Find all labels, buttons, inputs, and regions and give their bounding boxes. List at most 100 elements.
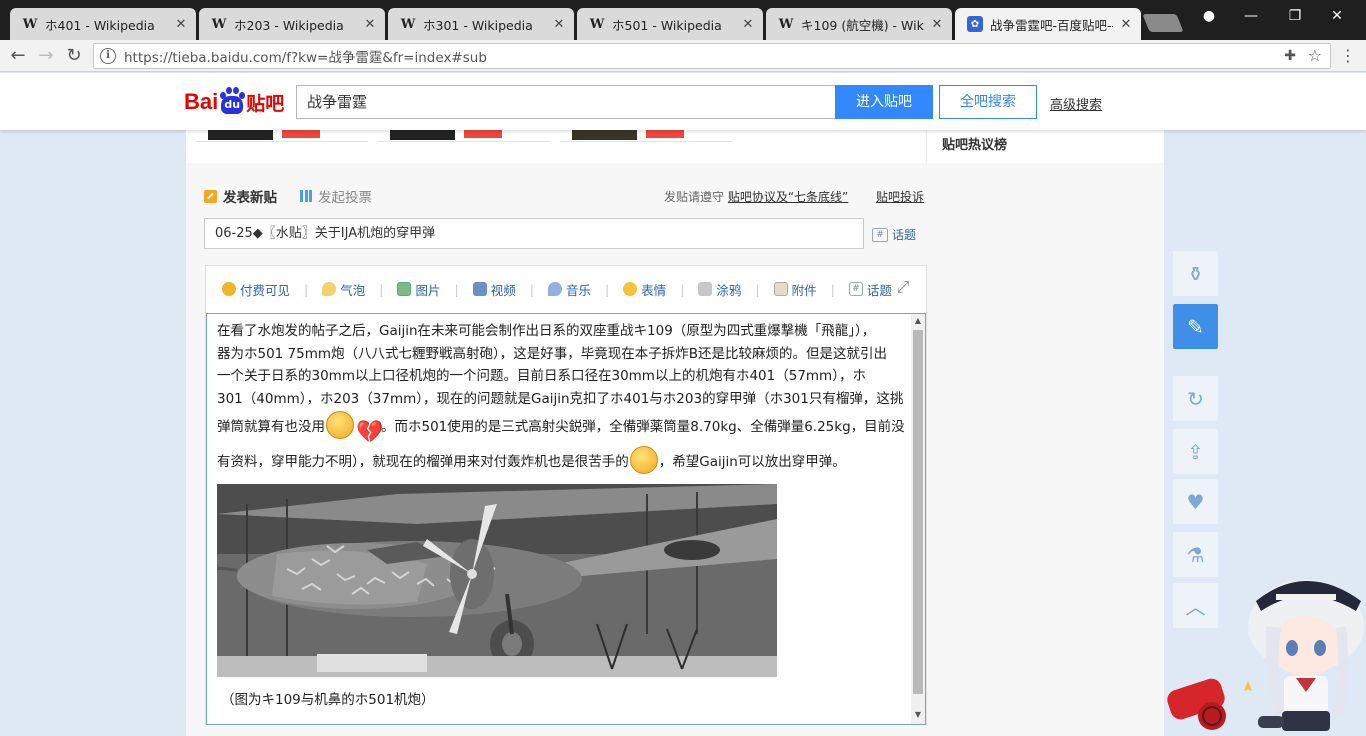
logo-du-text: du xyxy=(221,96,244,114)
url-text: https://tieba.baidu.com/f?kw=战争雷霆&fr=ind… xyxy=(124,50,487,66)
scroll-up-arrow-icon[interactable]: ▲ xyxy=(911,316,925,325)
post-title-input[interactable]: 06-25◆〖水贴〗关于IJA机炮的穿甲弹 xyxy=(204,218,864,249)
video-icon xyxy=(472,282,487,296)
video-tool[interactable]: 视频 | xyxy=(472,280,534,299)
bubble-tool[interactable]: 气泡 | xyxy=(322,280,383,299)
tool-label: 视频 xyxy=(490,282,516,298)
browser-tab[interactable]: W ホ401 - Wikipedia ✕ xyxy=(10,8,196,40)
site-info-icon[interactable]: i xyxy=(100,48,116,64)
advanced-search-link[interactable]: 高级搜索 xyxy=(1050,94,1102,113)
forum-card[interactable] xyxy=(378,130,550,142)
body-line: 一个关于日系的30mm以上口径机炮的一个问题。目前日系口径在30mm以上的机炮有… xyxy=(217,368,866,384)
body-line: 有资料，穿甲能力不明），就现在的榴弹用来对付轰炸机也是很苦手的 ，希望Gaijin… xyxy=(217,444,907,480)
body-text: 有资料，穿甲能力不明），就现在的榴弹用来对付轰炸机也是很苦手的 xyxy=(217,454,629,470)
window-close-icon[interactable]: ✕ xyxy=(1322,8,1352,24)
close-icon[interactable]: ✕ xyxy=(363,17,377,32)
tool-label: 音乐 xyxy=(565,282,591,298)
search-all-button[interactable]: 全吧搜索 xyxy=(939,85,1037,119)
close-icon[interactable]: ✕ xyxy=(930,17,944,32)
browser-toolbar: ← → ↻ i https://tieba.baidu.com/f?kw=战争雷… xyxy=(0,40,1366,72)
back-arrow-icon[interactable]: ← xyxy=(7,45,29,67)
baidu-tieba-logo[interactable]: Bai du 贴吧 xyxy=(184,84,284,120)
browser-menu-icon[interactable]: ⋮ xyxy=(1340,46,1356,66)
right-panel: 贴吧热议榜 xyxy=(926,130,1164,163)
scrollbar-thumb[interactable] xyxy=(913,330,923,694)
edit-icon xyxy=(204,189,217,203)
attachment-tool[interactable]: 附件 | xyxy=(773,280,835,299)
attachment-icon xyxy=(773,282,788,296)
browser-tab[interactable]: W ホ301 - Wikipedia ✕ xyxy=(388,8,574,40)
address-bar[interactable]: i https://tieba.baidu.com/f?kw=战争雷霆&fr=i… xyxy=(93,43,1331,69)
tab-title: キ109 (航空機) - Wikipe xyxy=(801,17,924,33)
mascot-drawing xyxy=(1167,580,1364,731)
emoji-tool[interactable]: 表情 | xyxy=(623,280,684,299)
close-icon[interactable]: ✕ xyxy=(741,17,755,32)
logo-bai-text: Bai xyxy=(184,89,219,114)
photo-caption: （图为キ109与机鼻的ホ501机炮） xyxy=(221,692,435,708)
start-vote-tab[interactable]: 发起投票 xyxy=(300,186,372,206)
topic-link[interactable]: # 话题 xyxy=(872,226,916,243)
wikipedia-icon: W xyxy=(400,16,416,32)
wikipedia-icon: W xyxy=(211,16,227,32)
browser-tab[interactable]: W キ109 (航空機) - Wikipe ✕ xyxy=(766,8,952,40)
follow-button[interactable] xyxy=(282,130,320,138)
forum-thumbnail xyxy=(208,130,273,140)
music-tool[interactable]: 音乐 | xyxy=(547,280,609,299)
write-post-icon[interactable]: ✎ xyxy=(1173,304,1218,349)
image-tool[interactable]: 图片 | xyxy=(397,280,459,299)
forum-card[interactable] xyxy=(560,130,732,142)
anime-mascot-image[interactable] xyxy=(1166,566,1366,736)
refresh-icon[interactable]: ↻ xyxy=(1173,376,1218,421)
paid-visible-tool[interactable]: 付费可见 | xyxy=(222,280,308,299)
search-input[interactable]: 战争雷霆 xyxy=(296,85,836,119)
reload-icon[interactable]: ↻ xyxy=(63,45,85,67)
hot-topics-title: 贴吧热议榜 xyxy=(942,138,1008,153)
coin-icon xyxy=(222,282,236,296)
speech-bubble-icon xyxy=(322,282,337,296)
new-tab-button[interactable] xyxy=(1142,14,1184,32)
post-editor: 付费可见 | 气泡 | 图片 | 视频 | 音乐 | 表情 | 涂鸦 | 附件 | # 话题 ⤢ … xyxy=(205,265,927,725)
bar-chart-icon xyxy=(300,190,312,202)
editor-content-area[interactable]: 在看了水炮发的帖子之后，Gaijin在未来可能会制作出日系的双座重战キ109（原… xyxy=(206,313,926,725)
tool-label: 表情 xyxy=(641,282,667,298)
post-body-text: 在看了水炮发的帖子之后，Gaijin在未来可能会制作出日系的双座重战キ109（原… xyxy=(217,320,907,480)
stroll-heart-icon[interactable]: ♥ xyxy=(1173,479,1218,524)
doodle-tool[interactable]: 涂鸦 | xyxy=(698,280,760,299)
browser-tab-strip: W ホ401 - Wikipedia ✕ W ホ203 - Wikipedia … xyxy=(0,0,1366,40)
follow-button[interactable] xyxy=(464,130,502,138)
minimize-icon[interactable]: — xyxy=(1236,8,1266,24)
close-icon[interactable]: ✕ xyxy=(174,17,188,32)
bottle-icon[interactable]: ⚱ xyxy=(1173,251,1218,296)
bookmark-star-icon[interactable]: ☆ xyxy=(1308,46,1322,65)
topic-label: 话题 xyxy=(892,228,917,242)
share-icon[interactable]: ⇪ xyxy=(1173,429,1218,474)
body-line: 301（40mm），ホ203（37mm），现在的问题就是Gaijin克扣了ホ40… xyxy=(217,390,904,407)
follow-button[interactable] xyxy=(646,130,684,138)
tool-label: 附件 xyxy=(791,282,817,298)
forum-card[interactable] xyxy=(196,130,368,142)
maximize-icon[interactable]: ❐ xyxy=(1280,8,1310,24)
fullscreen-icon[interactable]: ⤢ xyxy=(894,278,912,296)
forward-arrow-icon[interactable]: → xyxy=(35,45,57,67)
paint-icon xyxy=(698,282,713,296)
user-profile-icon[interactable]: ● xyxy=(1194,8,1224,24)
close-icon[interactable]: ✕ xyxy=(1119,17,1133,32)
sigh-emoji-icon xyxy=(629,446,658,474)
scroll-down-arrow-icon[interactable]: ▼ xyxy=(911,710,925,719)
enter-tieba-button[interactable]: 进入贴吧 xyxy=(835,85,933,119)
browser-tab[interactable]: W ホ203 - Wikipedia ✕ xyxy=(199,8,385,40)
rules-link[interactable]: 贴吧协议及“七条底线” xyxy=(728,190,848,204)
hashtag-icon: # xyxy=(848,282,863,296)
hashtag-icon: # xyxy=(872,227,888,242)
body-line: 弹筒就算有也没用 💔。而ホ501使用的是三式高射尖鋭弾，全備弾薬筒量8.70kg、… xyxy=(217,410,907,444)
editor-scrollbar[interactable]: ▲ ▼ xyxy=(911,314,925,724)
extension-icon[interactable]: ✚ xyxy=(1284,48,1296,64)
topic-tool[interactable]: # 话题 xyxy=(848,280,892,299)
new-post-tab[interactable]: 发表新贴 xyxy=(204,186,277,206)
browser-tab[interactable]: W ホ501 - Wikipedia ✕ xyxy=(577,8,763,40)
related-forums-row xyxy=(186,130,926,163)
tab-title: 战争雷霆吧-百度贴吧-- xyxy=(990,17,1113,33)
browser-tab-active[interactable]: ✿ 战争雷霆吧-百度贴吧-- ✕ xyxy=(955,8,1141,40)
close-icon[interactable]: ✕ xyxy=(552,17,566,32)
complaint-link[interactable]: 贴吧投诉 xyxy=(876,188,924,205)
